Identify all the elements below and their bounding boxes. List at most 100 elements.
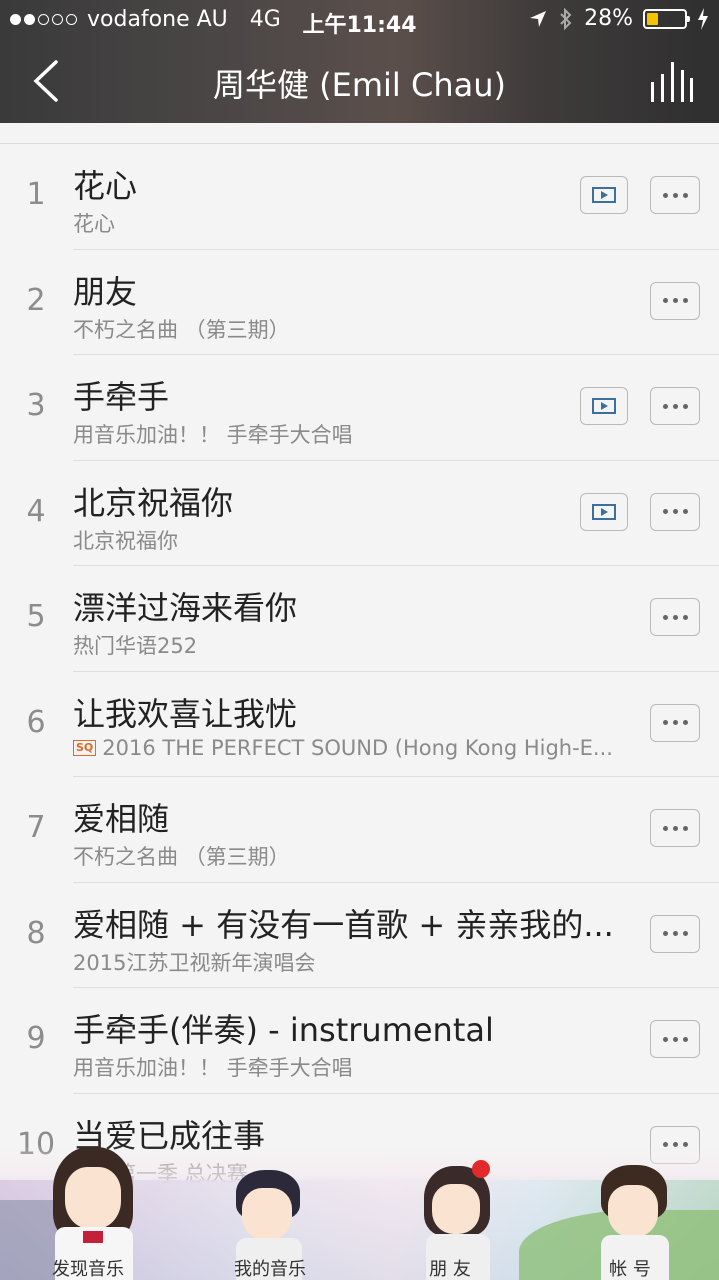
song-subtitle: 热门华语252 — [73, 630, 197, 660]
more-dot-icon — [662, 825, 668, 831]
song-number: 2 — [26, 282, 46, 318]
song-album: 用音乐加油！！ 手牵手大合唱 — [73, 1056, 353, 1080]
more-dot-icon — [662, 614, 668, 620]
more-dot-icon — [672, 298, 678, 303]
song-album: 北京祝福你 — [73, 528, 178, 553]
song-album: 2016 THE PERFECT SOUND (Hong Kong High-E… — [102, 735, 613, 760]
song-row[interactable]: 1 花心 花心 — [0, 144, 719, 250]
page-title: 周华健 (Emil Chau) — [212, 66, 506, 104]
more-options-button[interactable] — [650, 492, 700, 531]
song-title: 手牵手(伴奏) - instrumental — [73, 1011, 494, 1049]
play-video-icon — [592, 187, 616, 203]
more-dot-icon — [662, 298, 668, 303]
more-dot-icon — [672, 403, 678, 409]
charging-bolt-icon — [698, 7, 708, 30]
more-dot-icon — [682, 403, 688, 409]
song-list: 1 花心 花心 2 朋友 不朽之名曲 （第三期） 3 手牵手 用音乐加油！！ 手牵手大合唱 4 北京… — [0, 143, 719, 1199]
song-subtitle: 花心 — [73, 208, 115, 238]
play-video-icon — [592, 398, 616, 414]
song-content: 爱相随 + 有没有一首歌 + 亲亲我的... 2015江苏卫视新年演唱会 — [73, 883, 719, 988]
song-number: 6 — [26, 704, 46, 740]
song-title: 朋友 — [73, 272, 138, 311]
song-title: 漂洋过海来看你 — [73, 589, 298, 627]
song-subtitle: 用音乐加油！！ 手牵手大合唱 — [73, 1052, 353, 1082]
song-number: 3 — [26, 388, 46, 423]
tab-discover-music[interactable]: 发现音乐 — [28, 1255, 148, 1280]
song-subtitle: 用音乐加油！！ 手牵手大合唱 — [73, 419, 353, 449]
song-album: 用音乐加油！！ 手牵手大合唱 — [73, 423, 353, 447]
song-number: 8 — [26, 915, 46, 951]
more-dot-icon — [682, 1036, 688, 1042]
tab-account[interactable]: 帐 号 — [570, 1255, 690, 1280]
song-content: 爱相随不朽之名曲 （第三期） — [73, 777, 719, 883]
more-dot-icon — [672, 509, 678, 514]
song-content: 漂洋过海来看你热门华语252 — [73, 566, 719, 672]
song-subtitle: 不朽之名曲 （第三期） — [73, 314, 290, 344]
song-subtitle: 北京祝福你 — [73, 525, 178, 555]
more-options-button[interactable] — [650, 809, 700, 847]
song-row[interactable]: 4 北京祝福你 北京祝福你 — [0, 461, 719, 566]
more-dot-icon — [682, 192, 688, 198]
song-number: 9 — [26, 1021, 46, 1056]
bluetooth-icon — [560, 7, 572, 30]
song-content: 朋友不朽之名曲 （第三期） — [73, 250, 719, 355]
more-dot-icon — [682, 825, 688, 831]
song-number: 1 — [26, 177, 46, 212]
song-title: 北京祝福你 — [73, 483, 234, 522]
tab-my-music[interactable]: 我的音乐 — [210, 1255, 330, 1280]
more-dot-icon — [662, 403, 668, 409]
more-dot-icon — [662, 509, 668, 514]
song-title: 爱相随 — [73, 800, 170, 838]
song-row[interactable]: 5 漂洋过海来看你热门华语252 — [0, 566, 719, 672]
more-options-button[interactable] — [650, 281, 700, 320]
song-content: 手牵手(伴奏) - instrumental 用音乐加油！！ 手牵手大合唱 — [73, 988, 719, 1094]
song-content: 手牵手用音乐加油！！ 手牵手大合唱 — [73, 355, 719, 461]
song-album: 不朽之名曲 （第三期） — [73, 845, 290, 869]
song-row[interactable]: 8 爱相随 + 有没有一首歌 + 亲亲我的... 2015江苏卫视新年演唱会 — [0, 883, 719, 988]
song-row[interactable]: 3 手牵手用音乐加油！！ 手牵手大合唱 — [0, 355, 719, 461]
more-options-button[interactable] — [650, 387, 700, 425]
more-options-button[interactable] — [650, 598, 700, 636]
mv-button[interactable] — [580, 387, 628, 425]
song-album: 2015江苏卫视新年演唱会 — [73, 950, 316, 975]
song-subtitle: 不朽之名曲 （第三期） — [73, 841, 290, 871]
tab-friends[interactable]: 朋 友 — [390, 1255, 510, 1280]
more-dot-icon — [672, 931, 678, 936]
song-row[interactable]: 9 手牵手(伴奏) - instrumental 用音乐加油！！ 手牵手大合唱 — [0, 988, 719, 1094]
more-options-button[interactable] — [650, 914, 700, 953]
location-arrow-icon — [530, 10, 547, 27]
song-title: 让我欢喜让我忧 — [73, 694, 298, 733]
more-dot-icon — [672, 192, 678, 198]
song-subtitle: SQ 2016 THE PERFECT SOUND (Hong Kong High… — [73, 736, 613, 760]
song-title: 爱相随 + 有没有一首歌 + 亲亲我的... — [73, 905, 614, 944]
battery-icon — [643, 8, 690, 29]
more-dot-icon — [672, 720, 678, 725]
sq-badge: SQ — [73, 739, 97, 756]
song-number: 7 — [26, 810, 46, 845]
more-dot-icon — [682, 509, 688, 514]
song-subtitle: 2015江苏卫视新年演唱会 — [73, 947, 315, 977]
play-video-icon — [592, 503, 616, 520]
song-number: 5 — [26, 599, 46, 634]
song-number: 4 — [26, 493, 46, 529]
nav-bar: 周华健 (Emil Chau) — [0, 40, 719, 123]
mv-button[interactable] — [580, 176, 628, 214]
status-bar: vodafone AU 4G 上午11:44 28% — [0, 0, 719, 40]
more-options-button[interactable] — [650, 703, 700, 742]
more-options-button[interactable] — [650, 1020, 700, 1058]
more-dot-icon — [662, 931, 668, 936]
song-row[interactable]: 2 朋友不朽之名曲 （第三期） — [0, 250, 719, 355]
more-dot-icon — [662, 720, 668, 725]
more-dot-icon — [682, 931, 688, 936]
mv-button[interactable] — [580, 492, 628, 531]
song-album: 花心 — [73, 212, 115, 236]
more-options-button[interactable] — [650, 176, 700, 214]
song-album: 热门华语252 — [73, 634, 198, 658]
song-row[interactable]: 6 让我欢喜让我忧 SQ 2016 THE PERFECT SOUND (Hong K… — [0, 672, 719, 777]
song-row[interactable]: 7 爱相随不朽之名曲 （第三期） — [0, 777, 719, 883]
song-album: 不朽之名曲 （第三期） — [73, 317, 290, 342]
equalizer-icon[interactable] — [649, 60, 693, 102]
more-dot-icon — [682, 614, 688, 620]
song-title: 手牵手 — [73, 378, 170, 416]
battery-percent: 28% — [584, 6, 633, 31]
